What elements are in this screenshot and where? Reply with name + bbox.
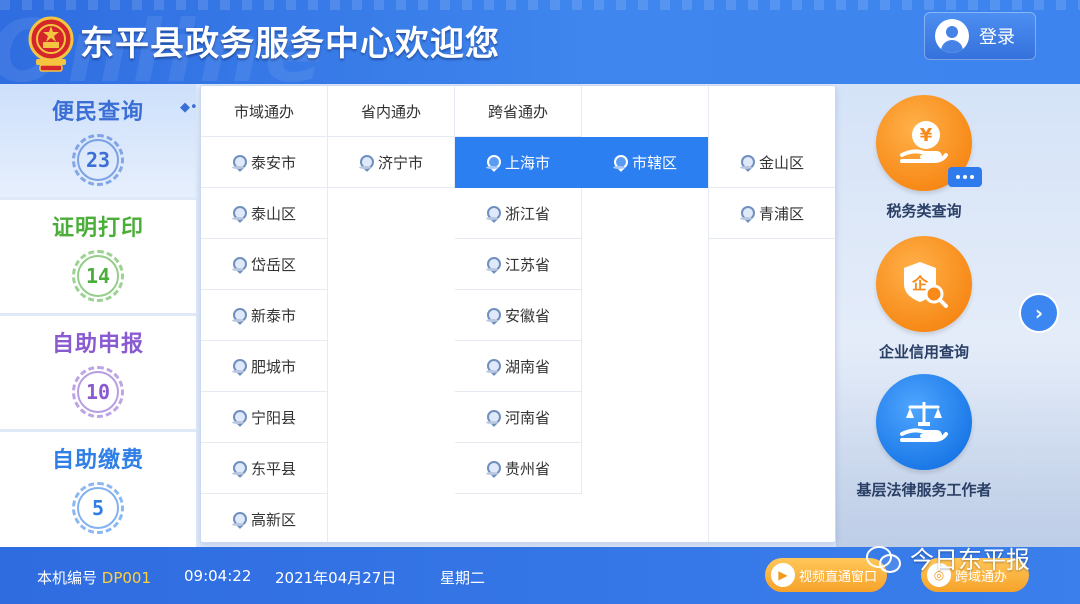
tab-city[interactable]: 市域通办 [201, 86, 328, 137]
cross-province-column: 跨省通办 上海市 浙江省 江苏省 安徽省 湖南省 河南省 贵州省 [455, 86, 582, 494]
more-dots-icon [948, 167, 982, 187]
location-pin-icon [231, 206, 244, 220]
machine-label: 本机编号 [37, 569, 98, 587]
current-date: 2021年04月27日 [275, 569, 397, 587]
region-item[interactable]: 济宁市 [328, 137, 455, 188]
region-item[interactable]: 湖南省 [455, 341, 582, 392]
city-column: 市域通办 泰安市 泰山区 岱岳区 新泰市 肥城市 宁阳县 东平县 高新区 [201, 86, 328, 542]
watermark: 今日东平报 [866, 540, 1030, 575]
region-item[interactable]: 新泰市 [201, 290, 328, 341]
menu-item-convenience-query[interactable]: 便民查询 23 [0, 84, 196, 197]
location-pin-icon [485, 155, 498, 169]
location-pin-icon [612, 155, 625, 169]
left-menu: 便民查询 23 证明打印 14 自助申报 10 自助缴费 5 [0, 84, 196, 547]
region-item[interactable]: 东平县 [201, 443, 328, 494]
location-pin-icon [485, 257, 498, 271]
location-pin-icon [485, 461, 498, 475]
video-camera-icon: ▶ [771, 563, 795, 587]
menu-item-label: 自助申报 [51, 332, 144, 357]
region-item[interactable]: 金山区 [709, 137, 835, 188]
menu-item-count-badge: 5 [72, 482, 124, 534]
machine-code: DP001 [101, 569, 152, 587]
location-pin-icon [231, 308, 244, 322]
wechat-icon [866, 544, 901, 573]
location-pin-icon [231, 257, 244, 271]
menu-pointer-icon: ◆• [180, 100, 198, 115]
login-label: 登录 [979, 27, 1015, 48]
region-item-selected[interactable]: 市辖区 [582, 137, 709, 188]
machine-id: 本机编号 DP001 [37, 567, 151, 588]
region-item[interactable]: 安徽省 [455, 290, 582, 341]
region-item[interactable]: 肥城市 [201, 341, 328, 392]
service-label: 基层法律服务工作者 [856, 481, 992, 499]
location-pin-icon [231, 410, 244, 424]
menu-item-self-payment[interactable]: 自助缴费 5 [0, 432, 196, 547]
location-pin-icon [231, 512, 244, 526]
service-legal-workers[interactable]: 基层法律服务工作者 [834, 374, 1014, 500]
location-pin-icon [358, 155, 371, 169]
empty-header [582, 86, 709, 137]
sub-region-column: 市辖区 [582, 86, 709, 188]
menu-item-certificate-print[interactable]: 证明打印 14 [0, 200, 196, 313]
weekday: 星期二 [440, 569, 486, 587]
menu-item-label: 便民查询 [51, 100, 144, 125]
location-pin-icon [231, 359, 244, 373]
svg-text:¥: ¥ [920, 125, 933, 146]
user-avatar-icon [935, 19, 969, 53]
region-item[interactable]: 江苏省 [455, 239, 582, 290]
region-item[interactable]: 岱岳区 [201, 239, 328, 290]
next-page-chevron-icon[interactable]: › [1019, 293, 1059, 333]
location-pin-icon [485, 410, 498, 424]
national-emblem-icon [28, 16, 74, 72]
watermark-text: 今日东平报 [910, 546, 1030, 574]
clock-time: 09:04:22 [184, 567, 252, 585]
district-column: 金山区 青浦区 [709, 86, 835, 239]
header-bar: Online 东平县政务服务中心欢迎您 登录 [0, 0, 1080, 84]
location-pin-icon [231, 155, 244, 169]
service-tax-query[interactable]: ¥ 税务类查询 [834, 95, 1014, 221]
region-item[interactable]: 泰山区 [201, 188, 328, 239]
menu-item-label: 证明打印 [51, 216, 144, 241]
location-pin-icon [739, 155, 752, 169]
region-item[interactable]: 青浦区 [709, 188, 835, 239]
scales-hand-icon [876, 374, 972, 470]
location-pin-icon [485, 359, 498, 373]
menu-item-self-declare[interactable]: 自助申报 10 [0, 316, 196, 429]
region-item-selected[interactable]: 上海市 [455, 137, 582, 188]
menu-item-count-badge: 23 [72, 134, 124, 186]
service-enterprise-credit[interactable]: 企 企业信用查询 [834, 236, 1014, 362]
enterprise-search-icon: 企 [876, 236, 972, 332]
location-pin-icon [485, 308, 498, 322]
region-item[interactable]: 贵州省 [455, 443, 582, 494]
location-pin-icon [231, 461, 244, 475]
tab-province[interactable]: 省内通办 [328, 86, 455, 137]
province-column: 省内通办 济宁市 [328, 86, 455, 188]
region-dropdown-panel: 市域通办 泰安市 泰山区 岱岳区 新泰市 肥城市 宁阳县 东平县 高新区 省内通… [200, 85, 836, 543]
region-item[interactable]: 高新区 [201, 494, 328, 542]
location-pin-icon [739, 206, 752, 220]
header-decoration [0, 0, 1080, 10]
service-label: 企业信用查询 [878, 343, 969, 361]
location-pin-icon [485, 206, 498, 220]
empty-header [709, 86, 835, 137]
page-title: 东平县政务服务中心欢迎您 [80, 24, 500, 64]
service-label: 税务类查询 [886, 202, 962, 220]
tax-yuan-hand-icon: ¥ [876, 95, 982, 191]
region-item[interactable]: 河南省 [455, 392, 582, 443]
region-item[interactable]: 泰安市 [201, 137, 328, 188]
region-item[interactable]: 浙江省 [455, 188, 582, 239]
menu-item-label: 自助缴费 [51, 448, 144, 473]
region-item[interactable]: 宁阳县 [201, 392, 328, 443]
menu-item-count-badge: 14 [72, 250, 124, 302]
tab-cross-province[interactable]: 跨省通办 [455, 86, 582, 137]
column-divider [708, 86, 709, 542]
menu-item-count-badge: 10 [72, 366, 124, 418]
login-button[interactable]: 登录 [924, 12, 1036, 60]
